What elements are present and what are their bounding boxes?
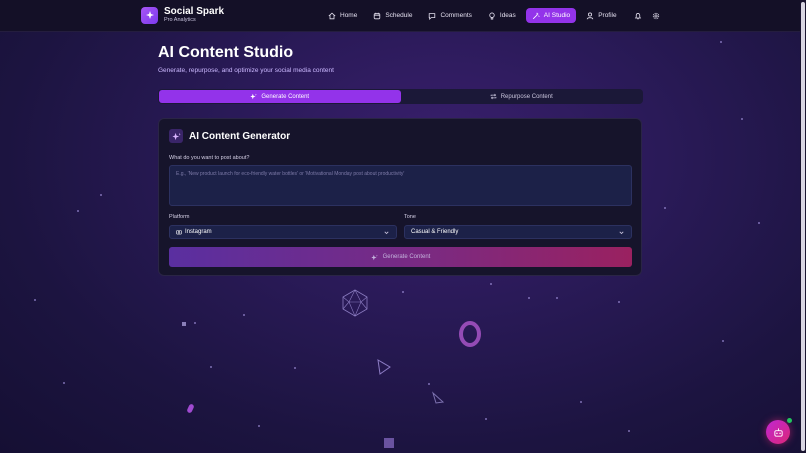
nav-item-label: Schedule xyxy=(385,12,413,19)
pill-shape xyxy=(186,403,195,414)
online-status-dot xyxy=(787,418,792,423)
nav-item-label: Home xyxy=(340,12,358,19)
background-star xyxy=(210,366,212,368)
background-star xyxy=(63,382,65,384)
ai-content-generator-card: AI Content Generator What do you want to… xyxy=(158,118,642,276)
nav-item-comments[interactable]: Comments xyxy=(422,8,477,23)
repeat-icon xyxy=(490,93,497,100)
bell-icon xyxy=(634,12,641,19)
card-title: AI Content Generator xyxy=(189,130,291,142)
square-shape xyxy=(384,438,394,448)
generate-content-button[interactable]: Generate Content xyxy=(169,247,632,267)
sparkles-icon xyxy=(250,93,258,100)
chevron-down-icon xyxy=(384,231,389,235)
nav-item-profile[interactable]: Profile xyxy=(580,8,622,23)
background-star xyxy=(77,210,79,212)
background-star xyxy=(720,41,722,43)
background-star xyxy=(194,322,196,324)
calendar-icon xyxy=(374,12,381,19)
generate-button-label: Generate Content xyxy=(382,254,431,260)
prompt-label: What do you want to post about? xyxy=(169,155,250,161)
sparkles-icon xyxy=(169,129,183,143)
camera-icon xyxy=(176,230,182,235)
tab-label: Repurpose Content xyxy=(500,93,553,100)
nav-item-home[interactable]: Home xyxy=(322,8,363,23)
square-shape xyxy=(182,322,186,326)
user-icon xyxy=(586,12,594,19)
platform-value: Instagram xyxy=(185,229,212,235)
background-star xyxy=(722,340,724,342)
nav-item-label: AI Studio xyxy=(543,12,571,19)
nav-item-ai-studio[interactable]: AI Studio xyxy=(525,8,577,23)
page-subtitle: Generate, repurpose, and optimize your s… xyxy=(158,67,334,74)
top-navbar: Social Spark Pro Analytics Home Schedule… xyxy=(0,0,800,32)
lightbulb-icon xyxy=(489,12,495,19)
brand-subtitle: Pro Analytics xyxy=(164,17,196,23)
background-star xyxy=(428,383,430,385)
tone-select[interactable]: Casual & Friendly xyxy=(404,225,632,239)
background-star xyxy=(490,283,492,285)
brand-logo-icon xyxy=(141,6,158,24)
background-star xyxy=(741,118,743,120)
wireframe-icosahedron-shape xyxy=(342,289,368,317)
background-star xyxy=(294,367,296,369)
nav-item-label: Profile xyxy=(598,12,617,19)
background-star xyxy=(664,207,666,209)
background-star xyxy=(485,418,487,420)
background-star xyxy=(402,291,404,293)
tab-repurpose-content[interactable]: Repurpose Content xyxy=(401,90,643,103)
message-icon xyxy=(429,12,436,20)
content-tabs: Generate Content Repurpose Content xyxy=(158,89,643,104)
magic-wand-icon xyxy=(532,12,540,19)
triangle-shape xyxy=(377,359,391,375)
ai-assistant-button[interactable] xyxy=(766,420,790,444)
nav-item-label: Ideas xyxy=(499,12,516,19)
background-star xyxy=(556,297,558,299)
torus-shape xyxy=(459,321,481,347)
main-nav: Home Schedule Comments Ideas AI Studio P… xyxy=(322,8,663,23)
platform-select[interactable]: Instagram xyxy=(169,225,397,239)
home-icon xyxy=(328,12,336,19)
scrollbar-thumb[interactable] xyxy=(801,2,805,451)
tone-label: Tone xyxy=(404,214,416,220)
prompt-textarea[interactable]: E.g., 'New product launch for eco-friend… xyxy=(169,165,632,206)
tone-value: Casual & Friendly xyxy=(411,229,459,235)
gear-icon xyxy=(652,12,659,19)
background-star xyxy=(618,301,620,303)
platform-label: Platform xyxy=(169,214,190,220)
background-star xyxy=(580,401,582,403)
notifications-button[interactable] xyxy=(631,9,645,23)
chevron-down-icon xyxy=(619,231,624,235)
tab-generate-content[interactable]: Generate Content xyxy=(159,90,401,103)
page-scrollbar[interactable] xyxy=(800,0,806,453)
background-star xyxy=(258,425,260,427)
background-star xyxy=(243,314,245,316)
brand-name: Social Spark xyxy=(164,6,225,17)
nav-item-label: Comments xyxy=(440,12,472,19)
nav-item-schedule[interactable]: Schedule xyxy=(367,8,418,23)
background-star xyxy=(34,299,36,301)
tab-label: Generate Content xyxy=(261,93,310,100)
nav-item-ideas[interactable]: Ideas xyxy=(482,8,522,23)
background-star xyxy=(100,194,102,196)
sparkles-icon xyxy=(370,254,378,260)
background-star xyxy=(628,430,630,432)
background-star xyxy=(528,297,530,299)
triangle-shape xyxy=(432,391,445,404)
page-title: AI Content Studio xyxy=(158,44,294,61)
settings-button[interactable] xyxy=(649,9,663,23)
brand[interactable]: Social Spark Pro Analytics xyxy=(141,6,224,24)
robot-icon xyxy=(773,427,783,437)
background-star xyxy=(758,222,760,224)
